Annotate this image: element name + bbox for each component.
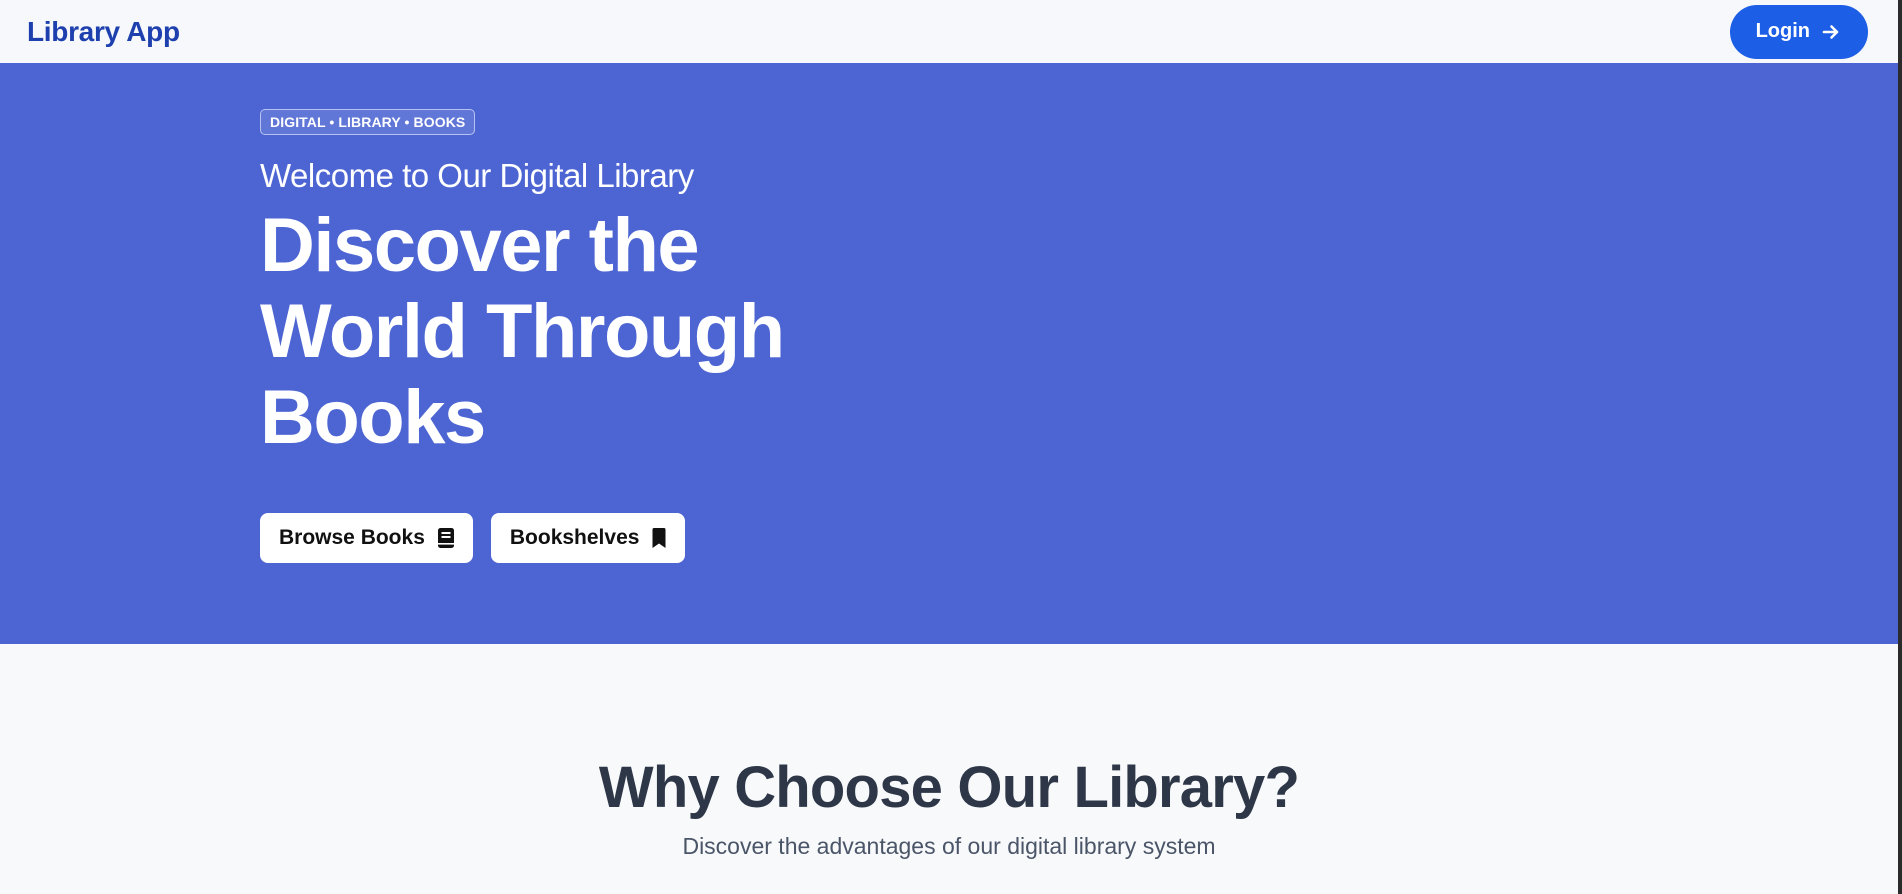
features-subtitle: Discover the advantages of our digital l… (682, 833, 1216, 859)
brand-logo[interactable]: Library App (27, 16, 180, 48)
hero-welcome-text: Welcome to Our Digital Library (260, 157, 694, 194)
navbar: Library App Login (0, 0, 1898, 63)
hero-buttons: Browse Books Bookshelves (260, 513, 900, 563)
arrow-right-icon (1822, 23, 1840, 41)
login-button[interactable]: Login (1729, 4, 1868, 59)
bookshelves-label: Bookshelves (509, 526, 640, 549)
bookshelves-button[interactable]: Bookshelves (490, 513, 686, 563)
login-button-label: Login (1755, 20, 1810, 42)
book-icon (437, 527, 455, 549)
hero-headline: Discover the World Through Books (260, 203, 785, 460)
hero-section: DIGITAL • LIBRARY • BOOKS Welcome to Our… (0, 63, 1898, 644)
bookmark-icon (651, 527, 667, 549)
features-section: Why Choose Our Library? Discover the adv… (0, 644, 1898, 894)
hero-tag-badge: DIGITAL • LIBRARY • BOOKS (260, 109, 476, 135)
page: Library App Login DIGITAL • LIBRARY • BO… (0, 0, 1902, 894)
hero-content: DIGITAL • LIBRARY • BOOKS Welcome to Our… (260, 109, 900, 563)
browse-books-label: Browse Books (279, 526, 425, 549)
browse-books-button[interactable]: Browse Books (260, 513, 473, 563)
window-edge (1898, 0, 1902, 894)
browser-viewport: Library App Login DIGITAL • LIBRARY • BO… (0, 0, 1898, 894)
features-title: Why Choose Our Library? (598, 755, 1300, 820)
